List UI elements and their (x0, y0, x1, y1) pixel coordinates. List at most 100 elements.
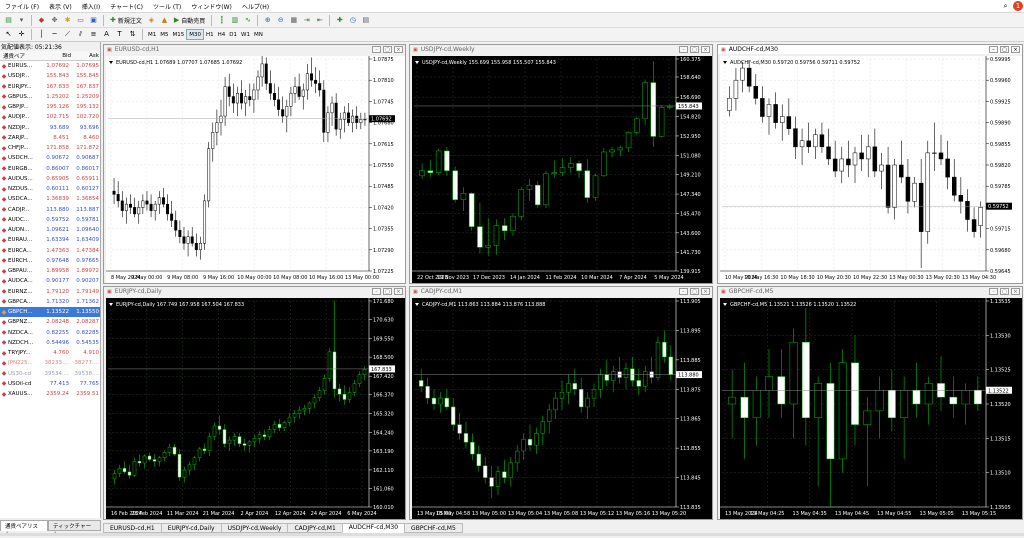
indicators-icon[interactable]: ✚ (334, 15, 345, 26)
arrows-icon[interactable]: ⇅ (127, 29, 138, 40)
menu-item[interactable]: ウィンドウ(W) (186, 2, 237, 11)
market-watch-row[interactable]: ◆ AUDC... 0.59752 0.59781 (0, 215, 100, 225)
chart-window[interactable]: ▣ GBPCHF-cd,M5– ▢ × 1.13535 1.13530 1.13525 1.1… (717, 286, 1023, 520)
market-watch-row[interactable]: ◆ XAUUS... 2359.24 2359.51 (0, 389, 100, 399)
market-watch-row[interactable]: ◆ US30-cd 39534.... 39538.... (0, 369, 100, 379)
market-watch-tab[interactable]: 通貨ペアリスト (0, 520, 48, 538)
chart-window-titlebar[interactable]: ▣ EURUSD-cd,H1 – ▢ × (104, 45, 405, 54)
timeframe-m5[interactable]: M5 (158, 29, 170, 40)
market-watch-row[interactable]: ◆ AUDJP... 102.715 102.720 (0, 112, 100, 122)
menu-item[interactable]: 表示 (V) (44, 2, 77, 11)
chart-canvas[interactable]: 171.680 170.630 169.550 168.500 167.420 166.3… (106, 298, 405, 519)
market-watch-row[interactable]: ◆ EURNZ... 1.79120 1.79149 (0, 287, 100, 297)
market-watch-row[interactable]: ◆ GBPUS... 1.25202 1.25209 (0, 92, 100, 102)
minimize-icon[interactable]: – (989, 288, 998, 295)
close-icon[interactable]: × (701, 46, 710, 53)
market-watch-row[interactable]: ◆ ZARJP... 8.451 8.460 (0, 133, 100, 143)
tester-icon[interactable]: ▣ (88, 15, 99, 26)
timeframe-mn[interactable]: MN (252, 29, 265, 40)
market-watch-icon[interactable]: ◆ (36, 15, 47, 26)
market-watch-row[interactable]: ◆ CHFJP... 171.858 171.872 (0, 143, 100, 153)
menu-item[interactable]: ツール (T) (148, 2, 186, 11)
maximize-icon[interactable]: ▢ (1000, 46, 1009, 53)
tile-icon[interactable]: ▦ (288, 15, 299, 26)
minimize-icon[interactable]: – (372, 46, 381, 53)
text-tool-icon[interactable]: A (101, 29, 112, 40)
chart-canvas[interactable]: 160.375 158.640 156.690 154.820 152.950 151.0… (412, 56, 712, 283)
chart-tab[interactable]: EURUSD-cd,H1 (103, 523, 162, 533)
market-watch-row[interactable]: ◆ GBPAU... 1.89958 1.89972 (0, 266, 100, 276)
market-watch-row[interactable]: ◆ NZDJP... 93.689 93.696 (0, 123, 100, 133)
market-watch-row[interactable]: ◆ USDCH... 0.90672 0.90687 (0, 153, 100, 163)
timeframe-m1[interactable]: M1 (146, 29, 158, 40)
timeframe-m15[interactable]: M15 (171, 29, 187, 40)
market-watch-row[interactable]: ◆ JPN225... 38233.... 38277.... (0, 358, 100, 368)
market-watch-row[interactable]: ◆ GBPJP... 195.126 195.132 (0, 102, 100, 112)
trendline-icon[interactable]: ⟋ (62, 29, 73, 40)
col-ask[interactable]: Ask (71, 53, 99, 59)
timeframe-h4[interactable]: H4 (216, 29, 228, 40)
market-watch-row[interactable]: ◆ EURCH... 0.97648 0.97665 (0, 256, 100, 266)
channel-icon[interactable]: ⫽ (75, 29, 86, 40)
profiles-icon[interactable]: ▾ (16, 15, 27, 26)
templates-icon[interactable]: ▤ (360, 15, 371, 26)
chart-window[interactable]: ▣ EURJPY-cd,Daily – ▢ × 171.680 170.630 169.550… (103, 286, 406, 520)
market-watch-row[interactable]: ◆ EURAU... 1.63394 1.63409 (0, 235, 100, 245)
candle-chart-icon[interactable]: ▥ (229, 15, 240, 26)
chart-canvas[interactable]: 1.13535 1.13530 1.13525 1.13520 1.13515 1.135… (720, 298, 1022, 519)
terminal-icon[interactable]: ▭ (75, 15, 86, 26)
market-watch-row[interactable]: ◆ EURJPY... 167.833 167.837 (0, 82, 100, 92)
horizontal-line-icon[interactable]: ─ (49, 29, 60, 40)
menu-item[interactable]: 挿入(I) (77, 2, 105, 11)
market-watch-row[interactable]: ◆ EURCA... 1.47363 1.47384 (0, 246, 100, 256)
market-watch-row[interactable]: ◆ GBPNZ... 2.08248 2.08287 (0, 317, 100, 327)
market-watch-row[interactable]: ◆ AUDCA... 0.90177 0.90207 (0, 276, 100, 286)
market-watch-row[interactable]: ◆ USDCA... 1.36839 1.36854 (0, 194, 100, 204)
minimize-icon[interactable]: – (679, 46, 688, 53)
close-icon[interactable]: × (394, 288, 403, 295)
timeframe-d1[interactable]: D1 (227, 29, 239, 40)
col-symbol[interactable]: 通貨ペア (0, 52, 40, 60)
chart-canvas[interactable]: 1.078751.078101.077451.076801.076151.075… (106, 56, 405, 283)
lock-icon[interactable]: ▲ (159, 15, 170, 26)
chart-window-titlebar[interactable]: ▣ EURJPY-cd,Daily – ▢ × (104, 287, 405, 296)
search-icon[interactable]: ⌕ (999, 0, 1012, 13)
zoom-out-icon[interactable]: ⊖ (275, 15, 286, 26)
market-watch-row[interactable]: ◆ NZDCA... 0.82255 0.82285 (0, 328, 100, 338)
maximize-icon[interactable]: ▢ (690, 288, 699, 295)
market-watch-row[interactable]: ◆ GBPCH... 1.13522 1.13550 (0, 307, 100, 318)
menu-item[interactable]: チャート(C) (105, 2, 148, 11)
menu-item[interactable]: ファイル (F) (0, 2, 44, 11)
metaeditor-icon[interactable]: ◈ (146, 15, 157, 26)
vertical-line-icon[interactable]: │ (36, 29, 47, 40)
close-icon[interactable]: × (1011, 288, 1020, 295)
chart-tab[interactable]: GBPCHF-cd,M5 (404, 523, 463, 533)
market-watch-tab[interactable]: ティックチャート (47, 520, 101, 538)
maximize-icon[interactable]: ▢ (383, 288, 392, 295)
market-watch-row[interactable]: ◆ EURUS... 1.07692 1.07695 (0, 61, 100, 71)
periods-icon[interactable]: ◷ (347, 15, 358, 26)
market-watch-row[interactable]: ◆ EURGB... 0.86007 0.86017 (0, 164, 100, 174)
chart-tab[interactable]: EURJPY-cd,Daily (160, 523, 222, 533)
maximize-icon[interactable]: ▢ (690, 46, 699, 53)
text-label-tool-icon[interactable]: T (114, 29, 125, 40)
close-icon[interactable]: × (701, 288, 710, 295)
chart-window[interactable]: ▣ CADJPY-cd,M1– ▢ × 113.905 113.895 113.885 113… (409, 286, 713, 520)
chart-window-titlebar[interactable]: ▣ AUDCHF-cd,M30 – ▢ × (718, 45, 1022, 54)
fibonacci-icon[interactable]: ≡ (88, 29, 99, 40)
notification-icon[interactable]: 1 (1013, 1, 1023, 11)
new-order-button[interactable]: ✚ 新規注文 (107, 15, 145, 26)
chart-window-titlebar[interactable]: ▣ USDJPY-cd,Weekly – ▢ × (410, 45, 712, 54)
new-chart-icon[interactable]: ▤ (3, 15, 14, 26)
chart-window[interactable]: ▣ USDJPY-cd,Weekly – ▢ × 160.375 158.640 156.69… (409, 44, 713, 284)
chart-canvas[interactable]: 113.905 113.895 113.885 113.875 113.865 113.8… (412, 298, 712, 519)
col-bid[interactable]: Bid (40, 53, 71, 59)
data-window-icon[interactable]: ✥ (49, 15, 60, 26)
menu-item[interactable]: ヘルプ(H) (237, 2, 274, 11)
timeframe-w1[interactable]: W1 (239, 29, 252, 40)
line-chart-icon[interactable]: ∿ (242, 15, 253, 26)
close-icon[interactable]: × (394, 46, 403, 53)
market-watch-row[interactable]: ◆ NZDCH... 0.54496 0.54535 (0, 338, 100, 348)
minimize-icon[interactable]: – (989, 46, 998, 53)
chart-canvas[interactable]: 0.59995 0.59960 0.59925 0.59890 0.59855 0.598… (720, 56, 1022, 283)
